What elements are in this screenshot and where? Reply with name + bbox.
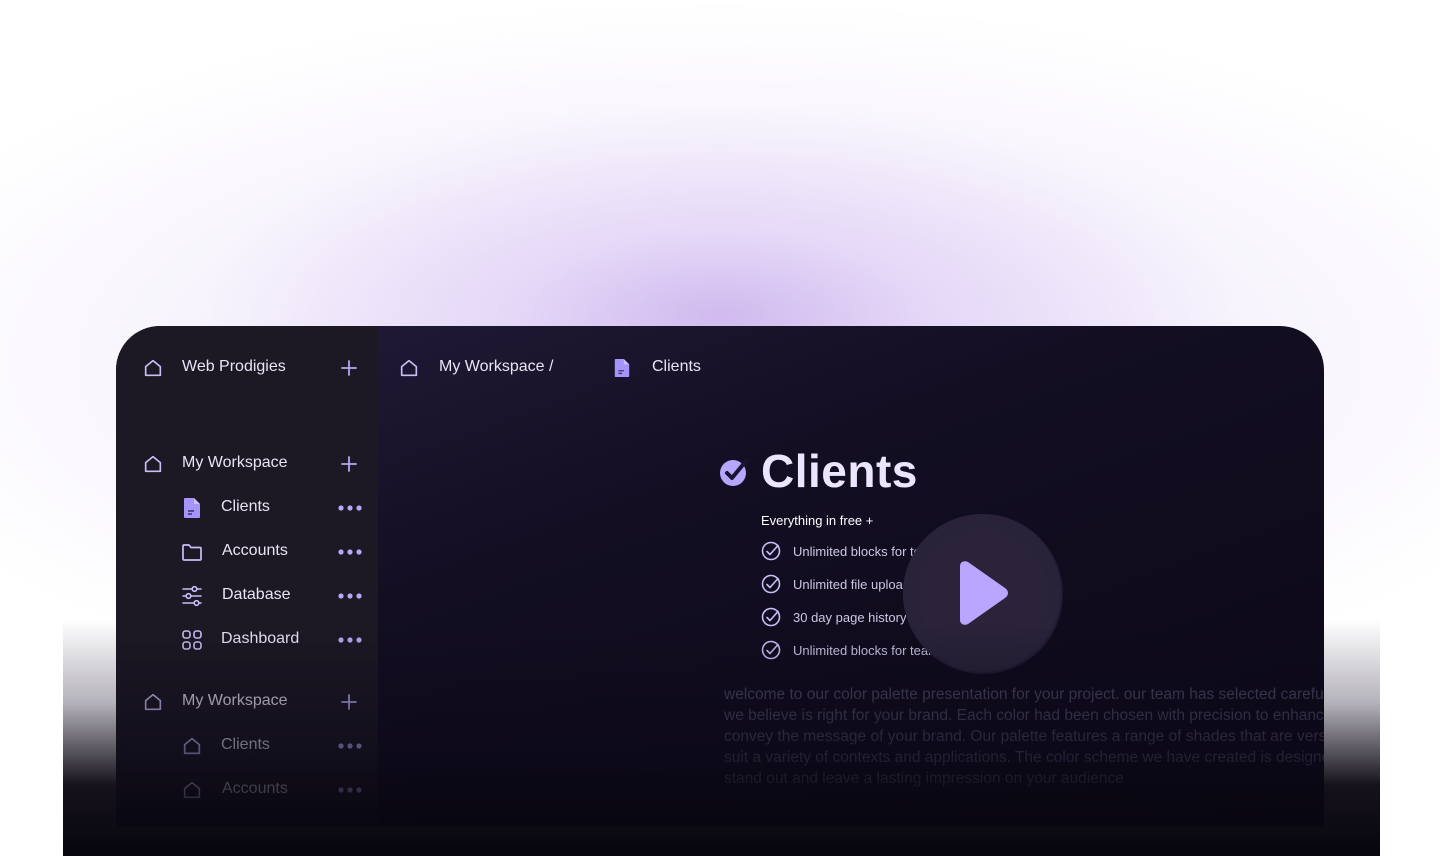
check-circle-icon	[761, 640, 781, 660]
sidebar-item-accounts[interactable]: Accounts	[180, 540, 362, 564]
check-badge-icon	[716, 454, 750, 488]
feature-item: 30 day page history	[761, 607, 906, 627]
team-name: Web Prodigies	[182, 358, 286, 375]
plan-subtitle: Everything in free +	[761, 513, 874, 528]
sidebar-item-dashboard[interactable]: Dashboard	[180, 628, 362, 652]
play-icon	[952, 560, 1012, 626]
page-title: Clients	[761, 445, 918, 497]
check-circle-icon	[761, 574, 781, 594]
breadcrumb-workspace[interactable]: My Workspace /	[439, 358, 553, 376]
more-options-icon[interactable]	[338, 778, 362, 802]
team-switcher[interactable]: Web Prodigies	[142, 356, 362, 380]
play-video-button[interactable]	[903, 514, 1061, 672]
home-icon	[180, 778, 204, 802]
sidebar-item-label: Database	[222, 586, 291, 603]
home-icon	[398, 356, 420, 380]
sliders-icon	[180, 584, 204, 608]
sidebar-item-clients[interactable]: Clients	[180, 734, 362, 758]
file-icon	[610, 356, 634, 380]
main-content: My Workspace / Clients Clients Everythin…	[378, 326, 1324, 826]
sidebar-item-label: Accounts	[222, 780, 288, 797]
feature-text: Unlimited file uploads	[793, 576, 917, 592]
home-icon	[142, 690, 164, 714]
add-page-icon[interactable]	[338, 452, 360, 476]
sidebar: Web Prodigies My Workspace Clients Accou…	[116, 326, 378, 826]
home-icon	[142, 356, 164, 380]
file-icon	[180, 496, 204, 520]
add-team-icon[interactable]	[338, 356, 360, 380]
folder-icon	[180, 540, 204, 564]
workspace-section-1[interactable]: My Workspace	[142, 452, 362, 476]
more-options-icon[interactable]	[338, 540, 362, 564]
feature-item: Unlimited file uploads	[761, 574, 917, 594]
sidebar-item-label: Accounts	[222, 542, 288, 559]
sidebar-item-accounts[interactable]: Accounts	[180, 778, 362, 802]
check-circle-icon	[761, 607, 781, 627]
home-icon	[142, 452, 164, 476]
app-window: Web Prodigies My Workspace Clients Accou…	[116, 326, 1324, 826]
more-options-icon[interactable]	[338, 496, 362, 520]
sidebar-item-label: Clients	[221, 498, 270, 515]
workspace-section-2[interactable]: My Workspace	[142, 690, 362, 714]
home-icon	[180, 734, 204, 758]
description-paragraph: welcome to our color palette presentatio…	[724, 686, 1324, 787]
sidebar-item-database[interactable]: Database	[180, 584, 362, 608]
more-options-icon[interactable]	[338, 584, 362, 608]
sidebar-item-clients[interactable]: Clients	[180, 496, 362, 520]
grid-icon	[180, 628, 204, 652]
breadcrumb-page[interactable]: Clients	[652, 358, 701, 376]
workspace-label: My Workspace	[182, 692, 288, 709]
sidebar-item-label: Clients	[221, 736, 270, 753]
workspace-label: My Workspace	[182, 454, 288, 471]
check-circle-icon	[761, 541, 781, 561]
more-options-icon[interactable]	[338, 628, 362, 652]
feature-text: 30 day page history	[793, 609, 907, 625]
sidebar-item-label: Dashboard	[221, 630, 300, 647]
more-options-icon[interactable]	[338, 734, 362, 758]
feature-item: Unlimited blocks for teams	[761, 640, 945, 660]
add-page-icon[interactable]	[338, 690, 360, 714]
